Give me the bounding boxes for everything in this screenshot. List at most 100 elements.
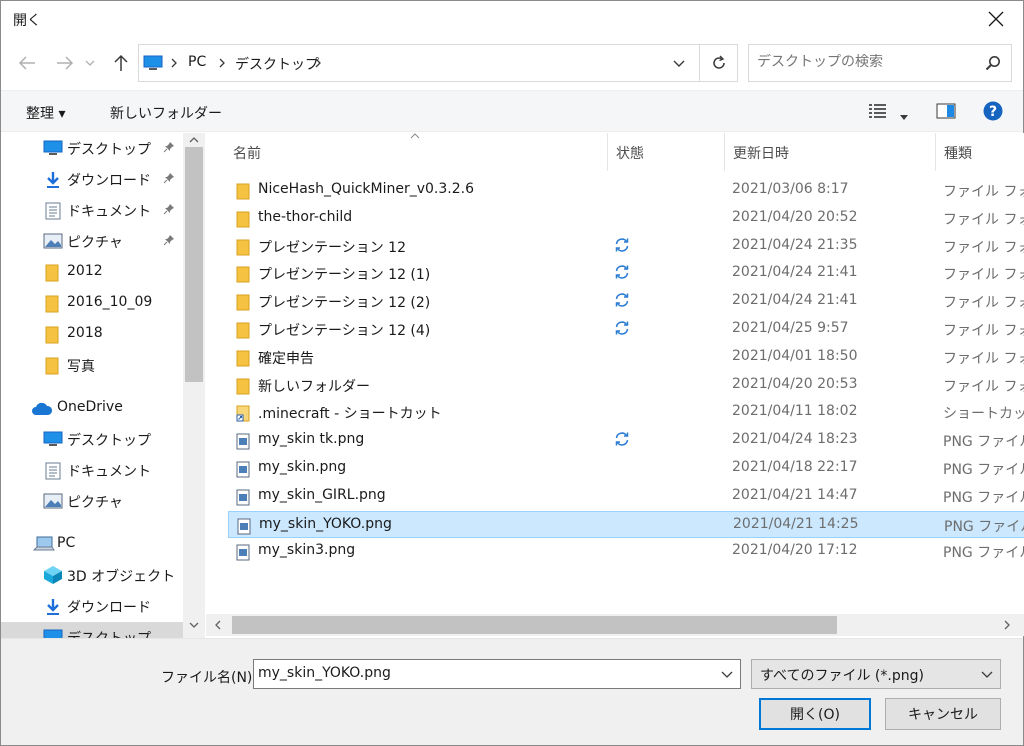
file-type: PNG ファイル (943, 434, 1024, 451)
pictures-icon (43, 233, 63, 249)
svg-text:?: ? (989, 104, 997, 120)
nav-item-pc[interactable]: PC (1, 529, 183, 559)
filename-combobox[interactable]: my_skin_YOKO.png (253, 659, 741, 689)
help-button[interactable]: ? (983, 101, 1003, 125)
sync-status (614, 320, 630, 340)
filename-dropdown-button[interactable] (714, 660, 740, 688)
file-row[interactable]: プレゼンテーション 12 2021/04/24 21:35 ファイル フォルダー (228, 233, 1024, 260)
search-box[interactable] (748, 44, 1012, 82)
view-options-button[interactable] (900, 108, 908, 124)
file-row[interactable]: my_skin_GIRL.png 2021/04/21 14:47 PNG ファイル (228, 483, 1024, 510)
filename-input[interactable]: my_skin_YOKO.png (258, 665, 391, 681)
document-icon (45, 462, 61, 480)
folder-icon (236, 350, 250, 367)
nav-item-3d-objects[interactable]: 3D オブジェクト (1, 560, 183, 590)
breadcrumb-pc[interactable]: PC (188, 54, 206, 70)
nav-item-documents[interactable]: ドキュメント (1, 195, 183, 225)
breadcrumb-desktop[interactable]: デスクトップ (235, 54, 319, 74)
open-button[interactable]: 開く(O) (759, 698, 871, 730)
new-folder-button[interactable]: 新しいフォルダー (110, 103, 222, 123)
sync-pending-icon (615, 321, 629, 335)
folder-icon (45, 326, 59, 344)
folder-icon (236, 211, 250, 228)
file-icon-wrap (236, 461, 250, 482)
cancel-button[interactable]: キャンセル (885, 698, 1001, 730)
up-button[interactable] (106, 48, 136, 78)
horizontal-scroll-thumb[interactable] (232, 616, 837, 634)
folder-icon (45, 295, 59, 313)
nav-item-folder-2012[interactable]: 2012 (1, 257, 183, 287)
file-row[interactable]: .minecraft - ショートカット 2021/04/11 18:02 ショート… (228, 399, 1024, 426)
image-file-icon (236, 461, 250, 478)
file-date: 2021/04/20 20:52 (732, 208, 858, 225)
column-header-status[interactable]: 状態 (616, 143, 644, 163)
recent-locations-button[interactable] (80, 48, 100, 78)
scroll-down-icon[interactable] (189, 622, 199, 628)
dialog-footer: ファイル名(N): my_skin_YOKO.png すべてのファイル (*.p… (1, 638, 1023, 745)
close-button[interactable] (973, 1, 1019, 37)
refresh-button[interactable] (699, 45, 737, 81)
nav-item-pc-downloads[interactable]: ダウンロード (1, 591, 183, 621)
nav-item-label: ドキュメント (67, 204, 151, 220)
back-button[interactable] (12, 48, 42, 78)
file-type-select[interactable]: すべてのファイル (*.png) (751, 659, 1001, 689)
file-row[interactable]: my_skin3.png 2021/04/20 17:12 PNG ファイル (228, 538, 1024, 565)
forward-button[interactable] (50, 48, 80, 78)
file-name: プレゼンテーション 12 (258, 239, 406, 256)
file-date: 2021/04/18 22:17 (732, 459, 858, 475)
file-row[interactable]: NiceHash_QuickMiner_v0.3.2.6 2021/03/06 8… (228, 177, 1024, 204)
file-row[interactable]: my_skin_YOKO.png 2021/04/21 14:25 PNG ファイル (228, 510, 1024, 539)
file-icon-wrap (237, 518, 251, 539)
file-row[interactable]: the-thor-child 2021/04/20 20:52 ファイル フォルダー (228, 205, 1024, 232)
nav-item-onedrive-pictures[interactable]: ピクチャ (1, 486, 183, 516)
nav-item-folder-2018[interactable]: 2018 (1, 319, 183, 349)
nav-item-onedrive-desktop[interactable]: デスクトップ (1, 424, 183, 454)
change-view-button[interactable] (867, 102, 889, 124)
search-button[interactable] (985, 55, 1001, 75)
file-icon-wrap (236, 266, 250, 287)
column-divider[interactable] (607, 133, 608, 171)
file-row[interactable]: プレゼンテーション 12 (4) 2021/04/25 9:57 ファイル フォルダ… (228, 316, 1024, 343)
nav-item-folder-2016-10-09[interactable]: 2016_10_09 (1, 288, 183, 318)
download-icon (47, 599, 59, 615)
nav-item-pictures[interactable]: ピクチャ (1, 226, 183, 256)
refresh-icon (712, 55, 725, 69)
file-row[interactable]: 新しいフォルダー 2021/04/20 20:53 ファイル フォルダー (228, 372, 1024, 399)
address-bar[interactable]: PC デスクトップ (138, 44, 738, 82)
nav-vertical-scrollbar[interactable] (183, 133, 205, 638)
address-dropdown-button[interactable] (659, 45, 699, 81)
preview-pane-button[interactable] (936, 103, 956, 123)
file-row[interactable]: プレゼンテーション 12 (2) 2021/04/24 21:41 ファイル フォル… (228, 288, 1024, 315)
column-divider[interactable] (935, 133, 936, 171)
nav-item-onedrive[interactable]: OneDrive (1, 393, 183, 423)
nav-scroll-thumb[interactable] (185, 147, 203, 382)
file-row[interactable]: 確定申告 2021/04/01 18:50 ファイル フォルダー (228, 344, 1024, 371)
column-header-type[interactable]: 種類 (944, 143, 972, 163)
file-row[interactable]: my_skin.png 2021/04/18 22:17 PNG ファイル (228, 455, 1024, 482)
column-header-date[interactable]: 更新日時 (733, 143, 789, 163)
sync-status (614, 292, 630, 312)
file-date: 2021/04/21 14:25 (733, 515, 859, 532)
nav-item-desktop[interactable]: デスクトップ (1, 133, 183, 163)
chevron-right-icon (315, 58, 321, 68)
search-input[interactable] (757, 54, 977, 70)
folder-icon (236, 378, 250, 395)
scroll-right-icon[interactable] (1004, 620, 1010, 630)
shortcut-icon (236, 405, 250, 422)
nav-item-pc-desktop[interactable]: デスクトップ (1, 622, 183, 638)
nav-item-label: 2016_10_09 (67, 294, 153, 310)
nav-item-folder-photos[interactable]: 写真 (1, 350, 183, 380)
column-header-name[interactable]: 名前 (233, 143, 261, 163)
column-divider[interactable] (724, 133, 725, 171)
organize-button[interactable]: 整理 ▾ (26, 103, 65, 123)
scroll-up-icon[interactable] (189, 137, 199, 143)
file-list-horizontal-scrollbar[interactable] (206, 614, 1024, 636)
file-row[interactable]: プレゼンテーション 12 (1) 2021/04/24 21:41 ファイル フォル… (228, 260, 1024, 287)
navigation-pane: デスクトップ ダウンロード ドキュメント ピクチャ 2012 2016_10_0… (1, 133, 183, 638)
nav-item-downloads[interactable]: ダウンロード (1, 164, 183, 194)
file-name: my_skin3.png (258, 542, 356, 559)
file-type-dropdown-button[interactable] (974, 660, 1000, 688)
nav-item-onedrive-documents[interactable]: ドキュメント (1, 455, 183, 485)
file-row[interactable]: my_skin tk.png 2021/04/24 18:23 PNG ファイル (228, 427, 1024, 454)
scroll-left-icon[interactable] (215, 620, 221, 630)
